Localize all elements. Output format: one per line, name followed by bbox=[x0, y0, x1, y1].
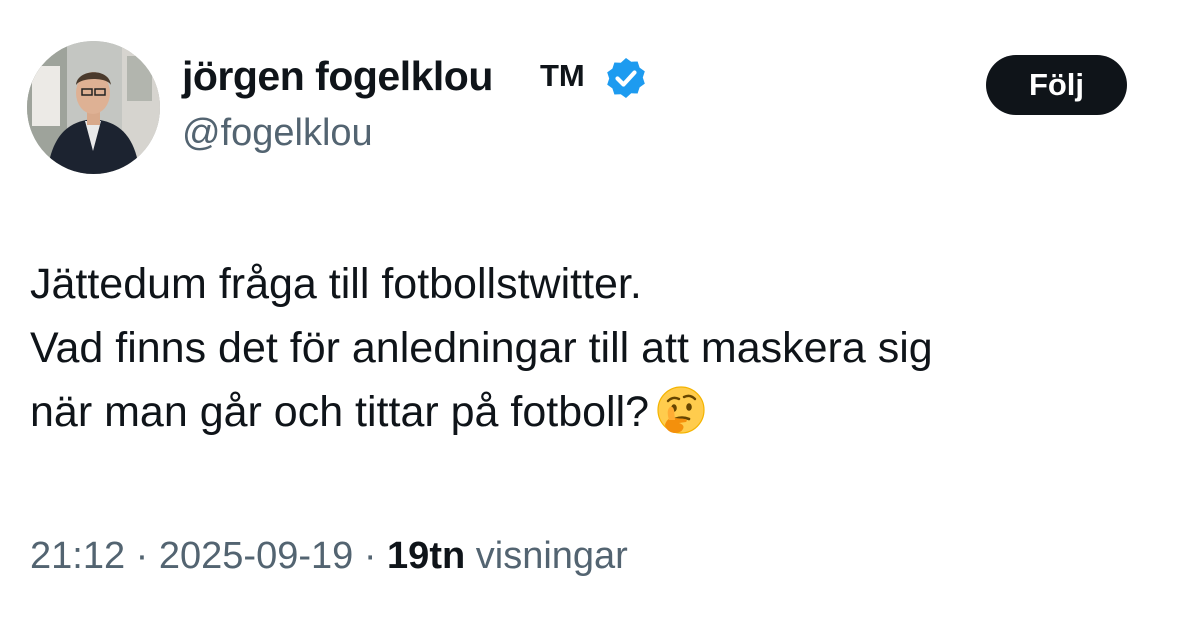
profile-photo bbox=[27, 41, 160, 174]
meta-separator: · bbox=[353, 535, 388, 577]
follow-button[interactable]: Följ bbox=[986, 55, 1127, 115]
tweet-text: Jättedum fråga till fotbollstwitter. Vad… bbox=[30, 252, 933, 444]
avatar[interactable] bbox=[27, 41, 160, 174]
tweet-line-with-emoji: när man går och tittar på fotboll? bbox=[30, 380, 933, 444]
tweet-date[interactable]: 2025-09-19 bbox=[159, 535, 353, 577]
tweet-line: Vad finns det för anledningar till att m… bbox=[30, 324, 933, 372]
tweet-time[interactable]: 21:12 bbox=[30, 535, 125, 577]
tweet-meta: 21:12 · 2025-09-19 · 19tn visningar bbox=[30, 535, 628, 578]
verified-badge-icon[interactable] bbox=[604, 56, 648, 100]
tweet-line: Jättedum fråga till fotbollstwitter. bbox=[30, 260, 642, 308]
author-display-name[interactable]: jörgen fogelklou bbox=[182, 53, 493, 100]
tweet-line: när man går och tittar på fotboll? bbox=[30, 388, 650, 436]
meta-separator: · bbox=[125, 535, 159, 577]
views-count[interactable]: 19tn bbox=[387, 535, 465, 577]
trademark-label: TM bbox=[540, 58, 585, 93]
views-label: visningar bbox=[475, 535, 628, 577]
thinking-face-icon bbox=[657, 386, 705, 434]
author-handle[interactable]: @fogelklou bbox=[182, 112, 373, 155]
